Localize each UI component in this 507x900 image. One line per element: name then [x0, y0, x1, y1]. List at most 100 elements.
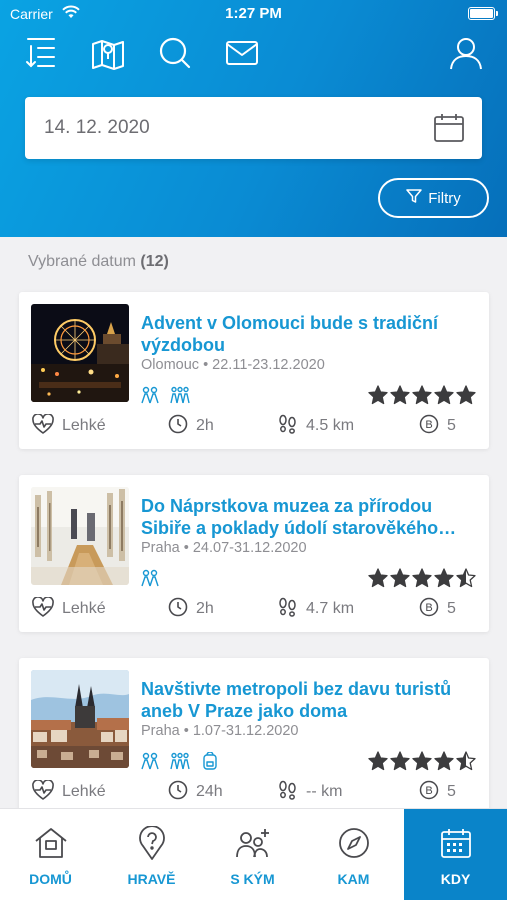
event-thumbnail: [31, 670, 129, 768]
coin-icon: B: [419, 414, 439, 439]
star-full-icon: [390, 568, 410, 593]
star-half-icon: [456, 751, 476, 776]
clock-icon: [168, 780, 188, 805]
difficulty-value: Lehké: [62, 417, 106, 434]
event-title[interactable]: Navštivte metropoli bez davu turistů ane…: [141, 678, 479, 722]
couple-icon: [140, 569, 160, 592]
status-bar: Carrier 1:27 PM: [0, 0, 507, 28]
event-place: Praha: [141, 723, 180, 739]
clock: 1:27 PM: [225, 5, 282, 22]
calendar-icon[interactable]: [432, 111, 466, 145]
difficulty-value: Lehké: [62, 600, 106, 617]
rating-stars: [368, 568, 476, 593]
event-title[interactable]: Advent v Olomouci bude s tradiční výzdob…: [141, 312, 479, 356]
tab-label: KAM: [337, 871, 370, 887]
star-half-icon: [456, 568, 476, 593]
sort-list-icon[interactable]: [21, 33, 61, 73]
tab-domu[interactable]: DOMŮ: [0, 809, 101, 900]
rating-stars: [368, 385, 476, 410]
search-icon[interactable]: [155, 33, 195, 73]
mail-icon[interactable]: [222, 33, 262, 73]
star-full-icon: [412, 751, 432, 776]
audience-icons: [140, 751, 220, 775]
tab-kam[interactable]: KAM: [303, 809, 404, 900]
compass-icon: [338, 825, 370, 861]
event-dates: 22.11-23.12.2020: [212, 357, 325, 373]
event-card[interactable]: Do Náprstkova muzea za přírodou Sibiře a…: [19, 475, 489, 632]
battery-icon: [468, 7, 498, 20]
event-card[interactable]: Advent v Olomouci bude s tradiční výzdob…: [19, 292, 489, 449]
price-value: 5: [447, 600, 456, 617]
star-full-icon: [368, 751, 388, 776]
tab-kdy[interactable]: KDY: [404, 809, 507, 900]
star-full-icon: [456, 385, 476, 410]
star-full-icon: [434, 568, 454, 593]
user-profile-icon[interactable]: [446, 33, 486, 73]
duration-value: 24h: [196, 783, 223, 800]
section-count: (12): [140, 253, 169, 270]
family-icon: [170, 752, 190, 775]
svg-text:B: B: [425, 785, 432, 797]
star-full-icon: [390, 385, 410, 410]
coin-icon: B: [419, 597, 439, 622]
couple-icon: [140, 752, 160, 775]
people-add-icon: [235, 825, 271, 861]
calendar-icon: [440, 825, 472, 861]
tab-s-kym[interactable]: S KÝM: [202, 809, 303, 900]
audience-icons: [140, 569, 160, 592]
price-value: 5: [447, 783, 456, 800]
tab-label: S KÝM: [230, 871, 275, 887]
heart-pulse-icon: [32, 412, 54, 439]
event-dates: 1.07-31.12.2020: [192, 723, 299, 739]
heart-pulse-icon: [32, 595, 54, 622]
star-full-icon: [390, 751, 410, 776]
event-thumbnail: [31, 304, 129, 402]
tab-label: HRAVĚ: [127, 871, 176, 887]
star-full-icon: [412, 385, 432, 410]
event-meta: Praha • 1.07-31.12.2020: [141, 723, 299, 739]
filter-label: Filtry: [428, 189, 461, 207]
event-stats: Lehké 2h 4.5 km B 5: [19, 412, 489, 440]
price-value: 5: [447, 417, 456, 434]
duration-value: 2h: [196, 600, 214, 617]
map-icon[interactable]: [88, 33, 128, 73]
event-meta: Praha • 24.07-31.12.2020: [141, 540, 307, 556]
footprints-icon: [278, 597, 298, 622]
star-full-icon: [434, 385, 454, 410]
backpack-icon: [200, 751, 220, 775]
event-meta: Olomouc • 22.11-23.12.2020: [141, 357, 325, 373]
event-card[interactable]: Navštivte metropoli bez davu turistů ane…: [19, 658, 489, 815]
event-place: Olomouc: [141, 357, 200, 373]
family-icon: [170, 386, 190, 409]
tab-bar: DOMŮ HRAVĚ S KÝM KAM KDY: [0, 808, 507, 900]
event-stats: Lehké 24h -- km B 5: [19, 778, 489, 806]
filter-button[interactable]: Filtry: [378, 178, 489, 218]
tab-label: DOMŮ: [29, 871, 72, 887]
svg-text:B: B: [425, 419, 432, 431]
distance-value: -- km: [306, 783, 343, 800]
question-pin-icon: [138, 825, 166, 861]
star-full-icon: [368, 568, 388, 593]
event-title-text: Do Náprstkova muzea za přírodou Sibiře a…: [141, 496, 457, 538]
couple-icon: [140, 386, 160, 409]
event-dates: 24.07-31.12.2020: [192, 540, 307, 556]
date-field[interactable]: 14. 12. 2020: [25, 97, 482, 159]
star-full-icon: [434, 751, 454, 776]
section-label: Vybrané datum (12): [28, 253, 169, 270]
funnel-icon: [406, 188, 422, 208]
difficulty-value: Lehké: [62, 783, 106, 800]
distance-value: 4.7 km: [306, 600, 355, 617]
tab-hrave[interactable]: HRAVĚ: [101, 809, 202, 900]
clock-icon: [168, 414, 188, 439]
star-full-icon: [412, 568, 432, 593]
footprints-icon: [278, 780, 298, 805]
event-place: Praha: [141, 540, 180, 556]
event-title[interactable]: Do Náprstkova muzea za přírodou Sibiře a…: [141, 495, 479, 539]
footprints-icon: [278, 414, 298, 439]
tab-label: KDY: [440, 871, 471, 887]
home-icon: [34, 825, 68, 861]
svg-text:B: B: [425, 602, 432, 614]
duration-value: 2h: [196, 417, 214, 434]
audience-icons: [140, 386, 190, 409]
heart-pulse-icon: [32, 778, 54, 805]
